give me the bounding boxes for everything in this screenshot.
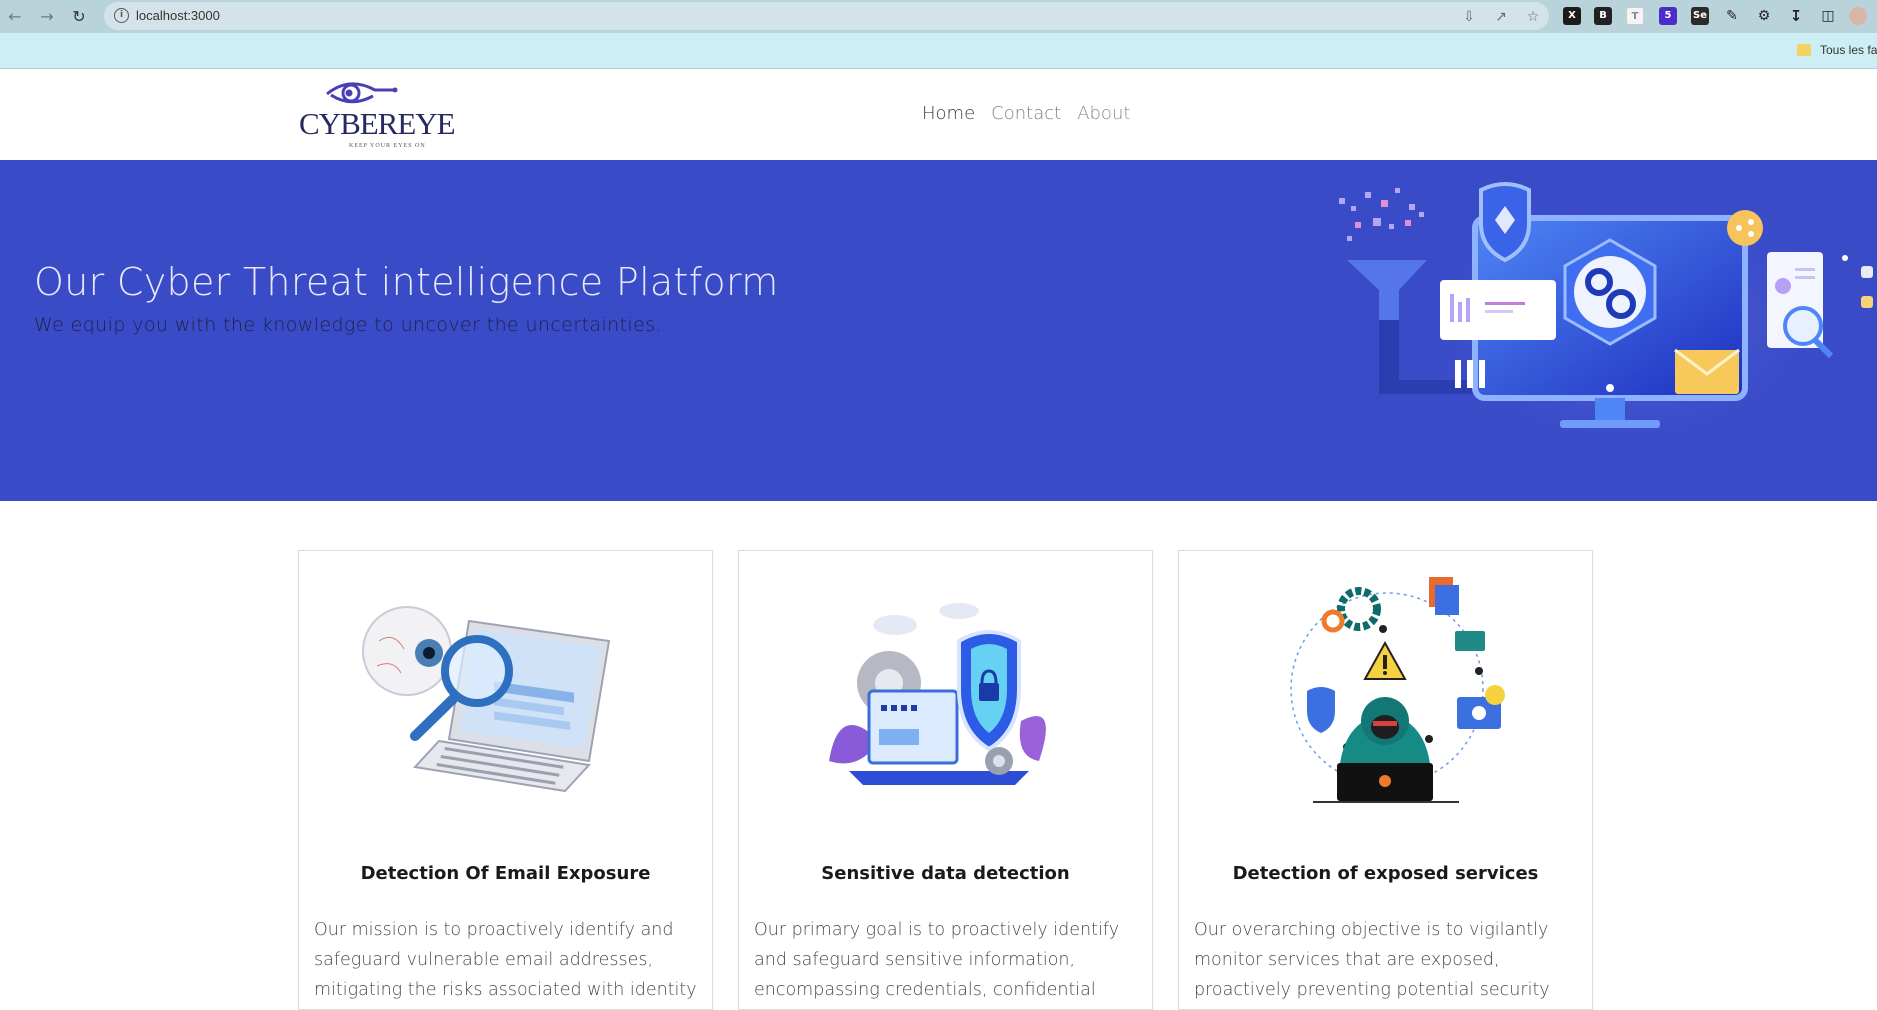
site-header: CYBEREYE KEEP YOUR EYES ON Home Contact … [0, 70, 1877, 160]
logo[interactable]: CYBEREYE KEEP YOUR EYES ON [299, 78, 456, 150]
back-arrow-icon[interactable]: ← [4, 6, 26, 28]
browser-toolbar: ← → ↻ i localhost:3000 ⇩ ↗ ☆ X B T 5 Se … [0, 0, 1877, 33]
nav-contact-link[interactable]: Contact [991, 103, 1061, 124]
side-panel-icon[interactable]: ◫ [1819, 7, 1837, 25]
address-bar[interactable]: i localhost:3000 ⇩ ↗ ☆ [104, 2, 1549, 30]
eyedropper-icon[interactable]: ✎ [1723, 7, 1741, 25]
extension-purple-icon[interactable]: 5 [1659, 7, 1677, 25]
card-description: Our mission is to proactively identify a… [314, 920, 697, 1000]
card-description: Our overarching objective is to vigilant… [1194, 920, 1550, 1000]
forward-arrow-icon[interactable]: → [36, 6, 58, 28]
bookmark-star-icon[interactable]: ☆ [1524, 8, 1542, 26]
extension-bp-icon[interactable]: B [1594, 7, 1612, 25]
email-exposure-illustration [362, 606, 611, 793]
site-info-icon[interactable]: i [114, 8, 129, 23]
folder-icon [1797, 44, 1811, 56]
feature-card-email-exposure[interactable]: Detection Of Email Exposure Our mission … [298, 550, 713, 1010]
extension-x-icon[interactable]: X [1563, 7, 1581, 25]
reload-icon[interactable]: ↻ [68, 6, 90, 28]
card-title: Sensitive data detection [821, 863, 1070, 884]
cyber-platform-illustration [1339, 170, 1873, 470]
profile-avatar[interactable] [1849, 7, 1867, 25]
logo-wordmark: CYBEREYE [299, 106, 456, 141]
main-nav: Home Contact About [922, 103, 1130, 124]
card-description: Our primary goal is to proactively ident… [754, 920, 1120, 1000]
sensitive-data-illustration [829, 603, 1046, 785]
card-title: Detection of exposed services [1232, 863, 1539, 884]
feature-card-sensitive-data[interactable]: Sensitive data detection Our primary goa… [738, 550, 1153, 1010]
share-icon[interactable]: ↗ [1492, 8, 1510, 26]
logo-tagline: KEEP YOUR EYES ON [349, 143, 426, 149]
all-bookmarks-link[interactable]: Tous les favoris [1820, 43, 1877, 57]
hero-title: Our Cyber Threat intelligence Platform [34, 260, 779, 304]
hero-subtitle: We equip you with the knowledge to uncov… [34, 314, 662, 336]
bookmarks-bar: Tous les favoris [0, 33, 1877, 69]
downloads-icon[interactable]: ↧ [1787, 7, 1805, 25]
hero-banner: Our Cyber Threat intelligence Platform W… [0, 160, 1877, 501]
exposed-services-illustration [1290, 577, 1505, 803]
nav-home-link[interactable]: Home [922, 103, 975, 124]
extension-t-icon[interactable]: T [1626, 7, 1644, 25]
feature-card-exposed-services[interactable]: Detection of exposed services Our overar… [1178, 550, 1593, 1010]
install-app-icon[interactable]: ⇩ [1460, 8, 1478, 26]
url-text[interactable]: localhost:3000 [136, 8, 220, 23]
nav-about-link[interactable]: About [1077, 103, 1130, 124]
extension-se-icon[interactable]: Se [1691, 7, 1709, 25]
extensions-puzzle-icon[interactable]: ⚙ [1755, 7, 1773, 25]
card-title: Detection Of Email Exposure [360, 863, 651, 884]
